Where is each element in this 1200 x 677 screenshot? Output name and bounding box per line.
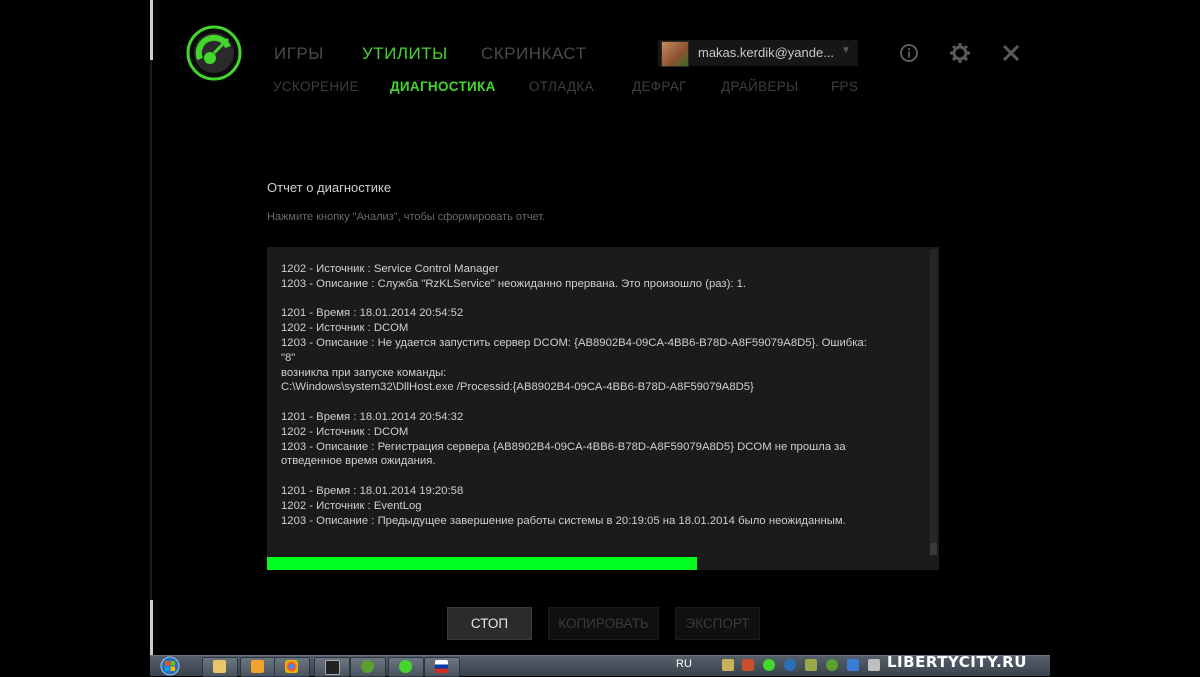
taskbar-explorer[interactable] [202,657,238,677]
subtab-boost[interactable]: УСКОРЕНИЕ [273,79,359,94]
watermark: LIBERTYCITY.RU [887,653,1027,671]
taskbar-utorrent[interactable] [350,657,386,677]
log-line: 1203 - Описание : Не удается запустить с… [281,336,867,349]
log-line: 1203 - Описание : Предыдущее завершение … [281,514,846,527]
log-line: 1202 - Источник : DCOM [281,425,409,438]
flag-icon [435,660,448,673]
window-border [150,0,152,610]
log-line: 1202 - Источник : EventLog [281,499,422,512]
avatar [661,41,689,67]
progress-bar [267,557,939,570]
app-icon [325,660,340,675]
log-line: 1203 - Описание : Служба "RzKLService" н… [281,277,747,290]
gear-icon[interactable] [949,42,971,64]
log-line: возникла при запуске команды: [281,366,447,379]
tray-icon[interactable] [826,659,838,671]
tab-games[interactable]: ИГРЫ [274,44,324,64]
taskbar-chrome[interactable] [274,657,310,677]
log-line: 1202 - Источник : Service Control Manage… [281,263,499,275]
tab-screencast[interactable]: СКРИНКАСТ [481,44,586,64]
tray-icon[interactable] [784,659,796,671]
log-line: 1202 - Источник : DCOM [281,322,409,335]
game-booster-icon [399,660,412,673]
start-orb-icon[interactable] [158,656,182,676]
page-title: Отчет о диагностике [267,180,392,195]
tray-icon[interactable] [868,659,880,671]
tray-icon[interactable] [847,659,859,671]
log-line: отведенное время ожидания. [281,455,436,468]
account-dropdown[interactable]: makas.kerdik@yande... ▼ [658,40,858,67]
taskbar-app[interactable] [314,657,350,677]
subtab-diagnostics[interactable]: ДИАГНОСТИКА [390,79,496,94]
subtab-fps[interactable]: FPS [831,79,858,94]
background-strip [150,0,153,60]
log-line: C:\Windows\system32\DllHost.exe /Process… [281,381,754,394]
diagnostic-log[interactable]: 1202 - Источник : Service Control Manage… [267,247,939,557]
tray-icon[interactable] [805,659,817,671]
close-icon[interactable] [1000,42,1022,64]
log-lines: 1202 - Источник : Service Control Manage… [281,262,901,528]
tray-icon[interactable] [763,659,775,671]
tray-icon[interactable] [742,659,754,671]
media-player-icon [251,660,264,673]
export-button[interactable]: ЭКСПОРТ [675,607,760,640]
account-name: makas.kerdik@yande... [698,45,835,60]
chevron-down-icon: ▼ [841,45,851,56]
log-line: 1201 - Время : 18.01.2014 20:54:32 [281,410,464,423]
log-scrollbar[interactable] [930,249,937,555]
utorrent-icon [361,660,374,673]
log-line: "8" [281,351,296,364]
progress-fill [267,557,698,570]
subtab-debug[interactable]: ОТЛАДКА [529,79,594,94]
game-booster-window: ИГРЫ УТИЛИТЫ СКРИНКАСТ УСКОРЕНИЕ ДИАГНОС… [0,0,1200,675]
language-indicator[interactable]: RU [676,658,692,670]
log-line: 1201 - Время : 18.01.2014 19:20:58 [281,484,464,497]
tray-icon[interactable] [722,659,734,671]
chrome-icon [285,660,298,673]
taskbar-game-booster[interactable] [388,657,424,677]
stop-button[interactable]: СТОП [447,607,532,640]
info-icon[interactable] [898,42,920,64]
speedometer-logo-icon [186,25,242,81]
scrollbar-thumb[interactable] [930,543,937,555]
subtab-defrag[interactable]: ДЕФРАГ [632,79,687,94]
subtab-drivers[interactable]: ДРАЙВЕРЫ [721,79,798,94]
explorer-icon [213,660,226,673]
copy-button[interactable]: КОПИРОВАТЬ [548,607,659,640]
background-strip [150,600,153,660]
log-line: 1201 - Время : 18.01.2014 20:54:52 [281,307,464,320]
taskbar-flag-app[interactable] [424,657,460,677]
tab-utilities[interactable]: УТИЛИТЫ [362,44,448,64]
taskbar-media-player[interactable] [240,657,276,677]
log-line: 1203 - Описание : Регистрация сервера {A… [281,440,846,453]
hint-text: Нажмите кнопку "Анализ", чтобы сформиров… [267,211,546,223]
